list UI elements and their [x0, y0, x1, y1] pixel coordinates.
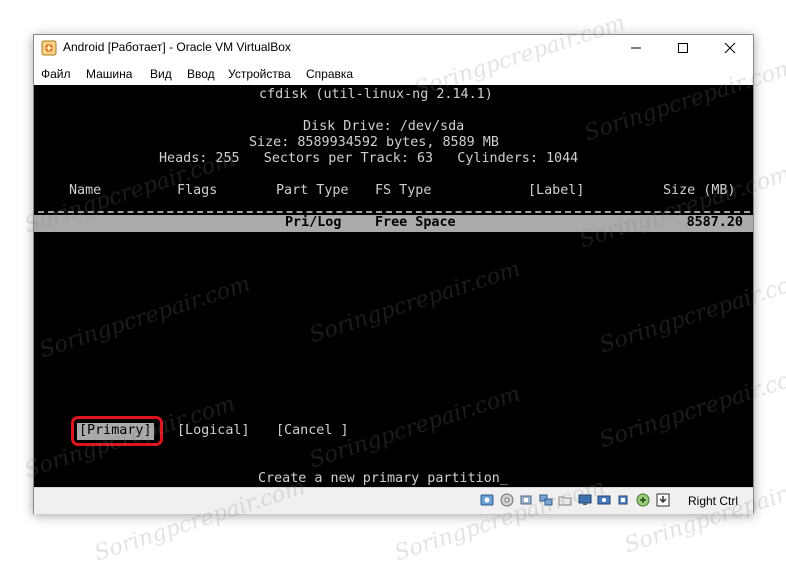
text-cursor: _ [499, 471, 508, 486]
menu-machine[interactable]: Машина [86, 67, 132, 81]
title-bar[interactable]: Android [Работает] - Oracle VM VirtualBo… [34, 35, 753, 61]
shared-folder-icon[interactable] [558, 493, 572, 507]
menu-input[interactable]: Ввод [187, 67, 215, 81]
column-fs-type-header: FS Type [375, 183, 432, 198]
audio-icon[interactable] [519, 493, 533, 507]
vm-screen[interactable]: cfdisk (util-linux-ng 2.14.1) Disk Drive… [34, 85, 753, 487]
virtualbox-app-icon [41, 40, 57, 56]
highlight-annotation [71, 416, 163, 446]
cfdisk-header: cfdisk (util-linux-ng 2.14.1) [259, 87, 493, 102]
header-separator [38, 211, 750, 213]
cpu-icon[interactable] [616, 493, 630, 507]
menu-help[interactable]: Справка [306, 67, 353, 81]
menu-file[interactable]: Файл [41, 67, 71, 81]
video-capture-icon[interactable] [597, 493, 611, 507]
row-fs-type: Free Space [375, 215, 456, 230]
menu-devices[interactable]: Устройства [228, 67, 291, 81]
usb-icon[interactable] [636, 493, 650, 507]
status-prompt: Create a new primary partition_ [258, 471, 508, 486]
menu-view[interactable]: Вид [150, 67, 172, 81]
column-flags-header: Flags [177, 183, 218, 198]
prompt-text: Create a new primary partition [258, 471, 500, 486]
display-icon[interactable] [578, 493, 592, 507]
optical-drive-icon[interactable] [500, 493, 514, 507]
minimize-icon [631, 47, 641, 49]
window-title: Android [Работает] - Oracle VM VirtualBo… [63, 40, 291, 54]
partition-row-selected[interactable]: Pri/Log Free Space 8587.20 [34, 215, 753, 232]
host-key-label: Right Ctrl [688, 494, 739, 508]
column-label-header: [Label] [528, 183, 585, 198]
row-part-type: Pri/Log [285, 215, 342, 230]
cancel-option-button[interactable]: [Cancel ] [276, 423, 349, 438]
column-size-header: Size (MB) [663, 183, 736, 198]
hard-disk-icon[interactable] [480, 493, 494, 507]
disk-drive-line: Disk Drive: /dev/sda [303, 119, 465, 134]
status-bar: Right Ctrl [34, 487, 753, 514]
minimize-button[interactable] [613, 35, 659, 61]
column-name-header: Name [69, 183, 102, 198]
column-part-type-header: Part Type [276, 183, 349, 198]
maximize-button[interactable] [660, 35, 706, 61]
close-icon [724, 42, 736, 54]
network-icon[interactable] [539, 493, 553, 507]
row-size: 8587.20 [686, 215, 743, 230]
menu-bar: Файл Машина Вид Ввод Устройства Справка [34, 61, 753, 85]
logical-option-button[interactable]: [Logical] [177, 423, 250, 438]
close-button[interactable] [707, 35, 753, 61]
virtualbox-window: Android [Работает] - Oracle VM VirtualBo… [33, 34, 754, 514]
disk-size-line: Size: 8589934592 bytes, 8589 MB [249, 135, 499, 150]
disk-geometry-line: Heads: 255 Sectors per Track: 63 Cylinde… [159, 151, 579, 166]
mouse-integration-icon[interactable] [656, 493, 670, 507]
maximize-icon [678, 43, 688, 53]
